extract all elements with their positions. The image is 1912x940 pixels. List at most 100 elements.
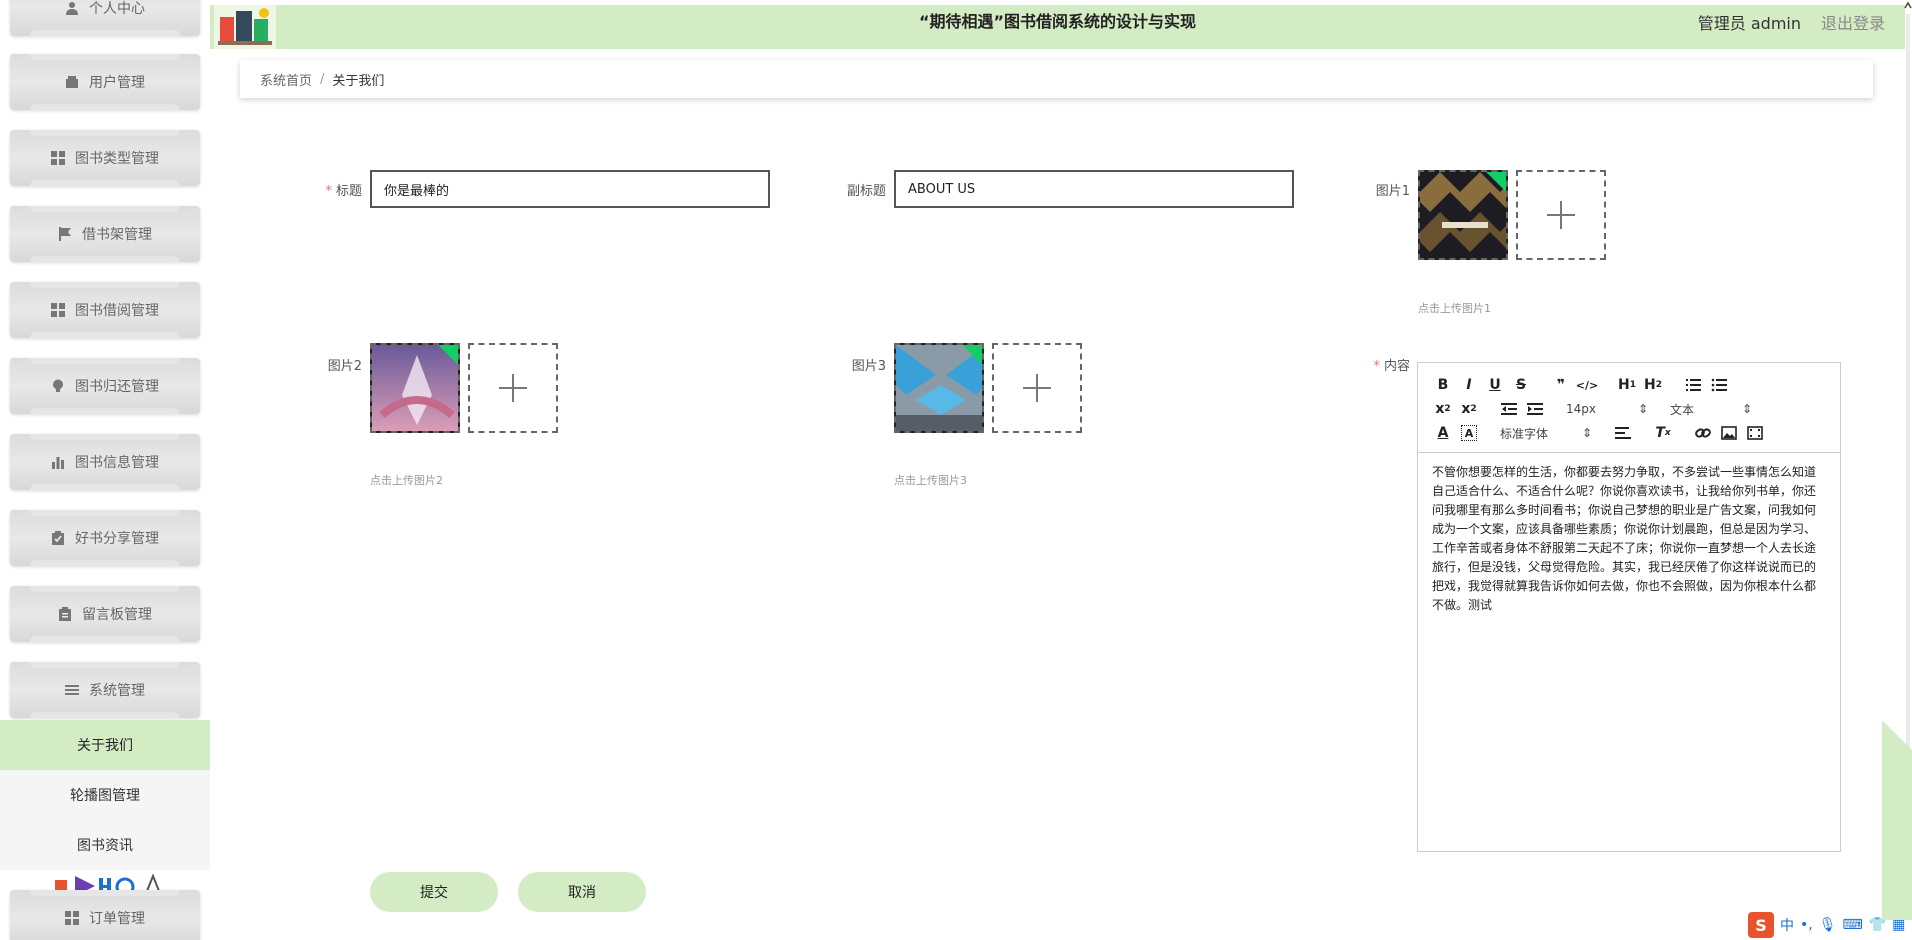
editor-toolbar: B I U S ❞ </> H1 H2 x2 x2 14px ⇕ 文本 ⇕ A … (1418, 363, 1840, 453)
clipboard-check-icon (52, 531, 64, 545)
underline-icon[interactable]: U (1482, 374, 1508, 396)
subtitle-input[interactable] (894, 170, 1294, 208)
italic-icon[interactable]: I (1456, 374, 1482, 396)
image2-label: 图片2 (327, 359, 362, 374)
sidebar-item-orders[interactable]: 订单管理 (10, 890, 200, 940)
image3-preview-icon (896, 345, 982, 431)
sidebar-subitem-book-news[interactable]: 图书资讯 (0, 820, 210, 870)
cancel-button[interactable]: 取消 (518, 872, 646, 912)
sidebar-subitem-carousel[interactable]: 轮播图管理 (0, 770, 210, 820)
content-label: * 内容 (1373, 359, 1410, 374)
heading1-icon[interactable]: H1 (1614, 374, 1640, 396)
blockquote-icon[interactable]: ❞ (1548, 374, 1574, 396)
plus-icon (1023, 374, 1051, 402)
code-icon[interactable]: </> (1574, 374, 1600, 396)
updown-icon: ⇕ (1741, 402, 1752, 416)
ime-toolbar: S 中 •, 🎙 ⌨ 👕 ▦ (1742, 910, 1912, 940)
video-icon[interactable] (1742, 422, 1768, 444)
sidebar-item-book-info[interactable]: 图书信息管理 (10, 434, 200, 490)
plus-icon (1547, 201, 1575, 229)
image1-upload-button[interactable] (1516, 170, 1606, 260)
user-icon (66, 2, 78, 15)
font-family-select[interactable]: 标准字体 ⇕ (1496, 425, 1596, 442)
flag-icon (59, 227, 71, 241)
image1-upload-hint: 点击上传图片1 (1418, 302, 1491, 315)
image3-thumbnail[interactable] (894, 343, 984, 433)
image3-label: 图片3 (851, 359, 886, 374)
sidebar-item-borrow[interactable]: 图书借阅管理 (10, 282, 200, 338)
subtitle-label: 副标题 (846, 184, 886, 199)
sidebar-item-share[interactable]: 好书分享管理 (10, 510, 200, 566)
sidebar-item-profile[interactable]: 个人中心 (10, 0, 200, 36)
decorative-shape-icon (1882, 720, 1912, 920)
wallet-icon (66, 76, 78, 88)
image2-preview-icon (372, 345, 458, 431)
punctuation-icon[interactable]: •, (1800, 917, 1813, 933)
sidebar-subitem-about-us[interactable]: 关于我们 (0, 720, 210, 770)
logout-link[interactable]: 退出登录 (1821, 10, 1885, 34)
scroll-up-icon[interactable] (1904, 0, 1912, 14)
subscript-icon[interactable]: x2 (1430, 398, 1456, 420)
grid-icon (51, 303, 65, 317)
submit-button[interactable]: 提交 (370, 872, 498, 912)
updown-icon: ⇕ (1637, 402, 1648, 416)
image1-preview-icon (1420, 172, 1506, 258)
link-icon[interactable] (1690, 422, 1716, 444)
sogou-ime-icon[interactable]: S (1748, 912, 1774, 938)
current-user: 管理员 admin (1697, 14, 1801, 33)
font-color-icon[interactable]: A (1430, 422, 1456, 444)
image1-label: 图片1 (1375, 184, 1410, 199)
chinese-mode-icon[interactable]: 中 (1780, 915, 1794, 935)
background-color-icon[interactable]: A (1461, 425, 1477, 441)
align-icon[interactable] (1610, 422, 1636, 444)
clear-format-icon[interactable]: Tx (1650, 422, 1676, 444)
top-header: “期待相遇”图书借阅系统的设计与实现 管理员 admin 退出登录 (210, 5, 1905, 49)
grid-icon (51, 151, 65, 165)
superscript-icon[interactable]: x2 (1456, 398, 1482, 420)
heading2-icon[interactable]: H2 (1640, 374, 1666, 396)
sidebar-item-book-types[interactable]: 图书类型管理 (10, 130, 200, 186)
page-title: “期待相遇”图书借阅系统的设计与实现 (918, 12, 1197, 31)
image1-thumbnail[interactable] (1418, 170, 1508, 260)
image-icon[interactable] (1716, 422, 1742, 444)
toolbox-icon[interactable]: ▦ (1892, 917, 1905, 933)
image3-upload-hint: 点击上传图片3 (894, 474, 967, 487)
updown-icon: ⇕ (1581, 426, 1592, 440)
sidebar: 个人中心 用户管理 图书类型管理 借书架管理 图书借阅管理 图书归还管理 图书信… (0, 0, 210, 940)
editor-content-area[interactable]: 不管你想要怎样的生活，你都要去努力争取，不多尝试一些事情怎么知道自己适合什么、不… (1418, 453, 1840, 625)
sidebar-item-system[interactable]: 系统管理 (10, 662, 200, 718)
required-mark: * (1373, 359, 1380, 374)
block-type-select[interactable]: 文本 ⇕ (1666, 401, 1756, 418)
bullet-list-icon[interactable] (1706, 374, 1732, 396)
microphone-icon[interactable]: 🎙 (1819, 917, 1837, 933)
breadcrumb: 系统首页 / 关于我们 (240, 60, 1873, 98)
sidebar-item-bookshelf[interactable]: 借书架管理 (10, 206, 200, 262)
skin-icon[interactable]: 👕 (1869, 917, 1886, 933)
breadcrumb-separator: / (320, 71, 325, 87)
image3-upload-button[interactable] (992, 343, 1082, 433)
image2-thumbnail[interactable] (370, 343, 460, 433)
bar-chart-icon (52, 457, 64, 469)
keyboard-icon[interactable]: ⌨ (1843, 917, 1863, 933)
bold-icon[interactable]: B (1430, 374, 1456, 396)
breadcrumb-current: 关于我们 (332, 73, 385, 89)
rich-text-editor: B I U S ❞ </> H1 H2 x2 x2 14px ⇕ 文本 ⇕ A … (1417, 362, 1841, 852)
sidebar-item-users[interactable]: 用户管理 (10, 54, 200, 110)
title-label: * 标题 (325, 184, 362, 199)
strikethrough-icon[interactable]: S (1508, 374, 1534, 396)
sidebar-item-message-board[interactable]: 留言板管理 (10, 586, 200, 642)
image2-upload-button[interactable] (468, 343, 558, 433)
image2-upload-hint: 点击上传图片2 (370, 474, 443, 487)
plus-icon (499, 374, 527, 402)
bulb-icon (53, 379, 63, 392)
ordered-list-icon[interactable] (1680, 374, 1706, 396)
menu-icon (65, 685, 79, 695)
sidebar-item-return[interactable]: 图书归还管理 (10, 358, 200, 414)
grid-icon (65, 911, 79, 925)
font-size-select[interactable]: 14px ⇕ (1562, 402, 1652, 416)
outdent-icon[interactable] (1496, 398, 1522, 420)
title-input[interactable] (370, 170, 770, 208)
indent-icon[interactable] (1522, 398, 1548, 420)
clipboard-icon (59, 607, 71, 621)
breadcrumb-home[interactable]: 系统首页 (260, 70, 312, 89)
